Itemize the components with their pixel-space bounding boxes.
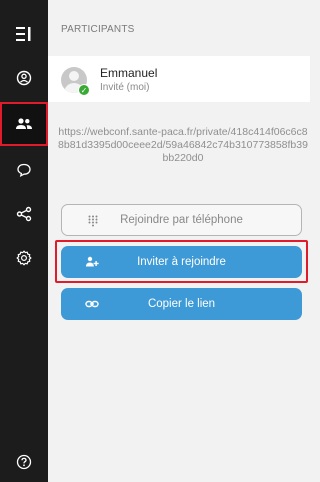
add-person-icon [85, 255, 99, 269]
chat-icon [16, 162, 32, 178]
sidebar-item-chat[interactable] [0, 148, 48, 192]
section-title: PARTICIPANTS [61, 24, 135, 35]
participant-row[interactable]: ✓ Emmanuel Invité (moi) [48, 56, 310, 102]
help-icon [16, 454, 32, 470]
toggle-panel-icon [15, 26, 33, 42]
participant-role: Invité (moi) [100, 82, 150, 93]
invite-button[interactable]: Inviter à rejoindre [61, 246, 302, 278]
settings-icon [16, 250, 32, 266]
toggle-panel-button[interactable] [0, 12, 48, 56]
sidebar-item-share[interactable] [0, 192, 48, 236]
participant-name: Emmanuel [100, 66, 158, 80]
copy-link-button[interactable]: Copier le lien [61, 288, 302, 320]
sidebar [0, 0, 48, 482]
participants-icon [15, 117, 33, 131]
check-icon: ✓ [78, 84, 90, 96]
share-icon [16, 206, 32, 222]
dialpad-icon [86, 214, 100, 228]
invite-button-label: Inviter à rejoindre [137, 256, 226, 268]
sidebar-item-profile[interactable] [0, 56, 48, 100]
join-by-phone-label: Rejoindre par téléphone [120, 214, 243, 226]
participants-panel: PARTICIPANTS ✓ Emmanuel Invité (moi) htt… [48, 0, 310, 482]
link-icon [85, 297, 99, 311]
user-circle-icon [16, 70, 32, 86]
copy-link-label: Copier le lien [147, 298, 216, 310]
sidebar-item-help[interactable] [0, 440, 48, 482]
meeting-link: https://webconf.sante-paca.fr/private/41… [58, 126, 308, 164]
sidebar-item-participants[interactable] [0, 102, 48, 146]
join-by-phone-button[interactable]: Rejoindre par téléphone [61, 204, 302, 236]
sidebar-item-settings[interactable] [0, 236, 48, 280]
